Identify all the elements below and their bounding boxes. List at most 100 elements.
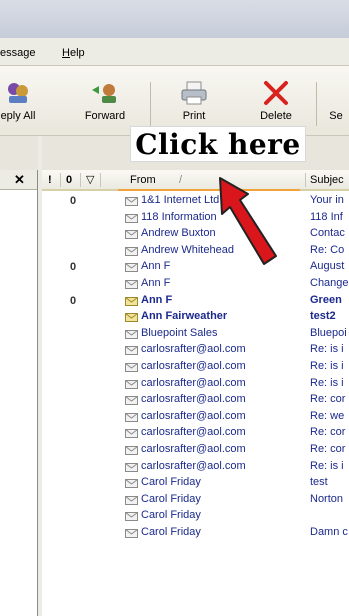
message-subject: test <box>310 476 328 489</box>
read-envelope-icon <box>125 446 138 455</box>
read-envelope-icon <box>125 263 138 273</box>
message-from: carlosrafter@aol.com <box>141 376 246 389</box>
printer-icon <box>181 81 207 105</box>
message-row[interactable]: Bluepoint Sales Bluepoi <box>42 326 349 342</box>
read-envelope-icon <box>125 396 138 406</box>
read-envelope-icon <box>125 479 138 489</box>
menu-bar: essage Help <box>0 38 349 66</box>
message-subject: Your in <box>310 194 344 206</box>
column-divider[interactable] <box>100 173 101 187</box>
message-row[interactable]: Ann F Change <box>42 276 349 292</box>
message-row[interactable]: carlosrafter@aol.com Re: is i <box>42 459 349 475</box>
delete-label: Delete <box>260 110 292 122</box>
read-envelope-icon <box>125 462 138 472</box>
unread-envelope-icon <box>125 296 138 306</box>
toolbar-separator <box>150 82 151 126</box>
message-from: Carol Friday <box>141 526 201 538</box>
message-from: Andrew Buxton <box>141 227 216 240</box>
message-list-header: ! 0 ▽ From / Subjec <box>42 170 349 191</box>
reply-all-icon <box>8 83 28 103</box>
forward-icon <box>92 84 116 103</box>
send-button[interactable]: Se <box>316 76 349 126</box>
column-divider[interactable] <box>80 173 81 187</box>
sort-indicator-icon: / <box>179 174 183 186</box>
message-from: 1&1 Internet Ltd <box>141 194 220 206</box>
subject-column-header[interactable]: Subjec <box>310 174 344 186</box>
column-divider[interactable] <box>305 173 306 187</box>
read-envelope-icon <box>125 346 138 356</box>
read-envelope-icon <box>125 412 138 422</box>
message-from: carlosrafter@aol.com <box>141 459 246 472</box>
message-row[interactable]: carlosrafter@aol.com Re: is i <box>42 359 349 375</box>
message-from: Ann Fairweather <box>141 310 228 323</box>
message-from: carlosrafter@aol.com <box>141 360 246 372</box>
message-from: carlosrafter@aol.com <box>141 409 246 422</box>
message-row[interactable]: carlosrafter@aol.com Re: we <box>42 409 349 425</box>
folder-pane-header: ✕ <box>0 170 37 190</box>
message-subject: Re: Co <box>310 243 345 256</box>
read-envelope-icon <box>125 529 138 538</box>
message-subject: Re: is i <box>310 343 344 356</box>
menu-help-label: elp <box>69 47 85 59</box>
attachment-icon: 0 <box>70 294 77 307</box>
message-row[interactable]: 0 Ann F Green <box>42 293 349 309</box>
close-icon[interactable]: ✕ <box>14 172 25 188</box>
read-envelope-icon <box>125 213 138 223</box>
message-subject: Bluepoi <box>310 326 347 339</box>
forward-label: Forward <box>84 110 126 122</box>
message-from: Carol Friday <box>141 492 201 505</box>
message-from: Ann F <box>141 277 171 289</box>
menu-help[interactable]: Help <box>62 47 85 59</box>
message-row[interactable]: Carol Friday test <box>42 475 349 491</box>
forward-button[interactable]: Forward <box>73 76 137 126</box>
print-label: Print <box>182 110 206 122</box>
message-subject: Re: is i <box>310 360 344 372</box>
reply-all-label: eply All <box>0 110 36 122</box>
message-subject: Re: cor <box>310 426 346 439</box>
read-envelope-icon <box>125 230 138 240</box>
flag-column-header[interactable]: ▽ <box>86 173 94 186</box>
menu-help-accel: H <box>62 47 70 59</box>
message-from: Ann F <box>141 260 171 273</box>
message-row[interactable]: carlosrafter@aol.com Re: cor <box>42 442 349 458</box>
message-row[interactable]: Andrew Whitehead Re: Co <box>42 243 349 259</box>
message-from: Ann F <box>141 293 173 306</box>
read-envelope-icon <box>125 495 138 505</box>
menu-message[interactable]: essage <box>0 47 35 59</box>
message-row[interactable]: carlosrafter@aol.com Re: cor <box>42 425 349 441</box>
red-arrow-annotation <box>219 177 277 265</box>
read-envelope-icon <box>125 429 138 439</box>
reply-all-button[interactable]: eply All <box>0 76 50 126</box>
read-envelope-icon <box>125 197 138 206</box>
column-divider[interactable] <box>60 173 61 187</box>
message-list: ! 0 ▽ From / Subjec 0 1&1 Internet Ltd You… <box>42 170 349 616</box>
message-row[interactable]: Carol Friday Damn c <box>42 525 349 541</box>
message-from: Carol Friday <box>141 509 201 522</box>
priority-column-header[interactable]: ! <box>48 174 52 186</box>
message-row[interactable]: carlosrafter@aol.com Re: is i <box>42 376 349 392</box>
message-row[interactable]: Carol Friday Norton <box>42 492 349 508</box>
message-row[interactable]: Andrew Buxton Contac <box>42 226 349 242</box>
message-row[interactable]: 0 1&1 Internet Ltd Your in <box>42 193 349 209</box>
message-row[interactable]: 0 Ann F August <box>42 259 349 275</box>
message-from: 118 Information <box>141 210 217 223</box>
message-subject: Re: we <box>310 409 345 422</box>
message-row[interactable]: carlosrafter@aol.com Re: cor <box>42 392 349 408</box>
message-row[interactable]: carlosrafter@aol.com Re: is i <box>42 342 349 358</box>
from-column-header[interactable]: From <box>130 174 156 186</box>
delete-button[interactable]: Delete <box>244 76 308 126</box>
click-here-callout: Click here <box>130 126 306 162</box>
message-subject: Re: is i <box>310 376 344 389</box>
message-row[interactable]: Ann Fairweather test2 <box>42 309 349 325</box>
message-subject: Re: is i <box>310 459 344 472</box>
message-row[interactable]: 118 Information 118 Inf <box>42 210 349 226</box>
message-from: carlosrafter@aol.com <box>141 426 246 439</box>
read-envelope-icon <box>125 280 138 289</box>
message-subject: Contac <box>310 227 345 240</box>
attachment-column-header[interactable]: 0 <box>66 174 72 186</box>
print-button[interactable]: Print <box>162 76 226 126</box>
message-from: Bluepoint Sales <box>141 326 218 339</box>
message-row[interactable]: Carol Friday <box>42 508 349 524</box>
attachment-icon: 0 <box>70 195 77 207</box>
read-envelope-icon <box>125 379 138 389</box>
